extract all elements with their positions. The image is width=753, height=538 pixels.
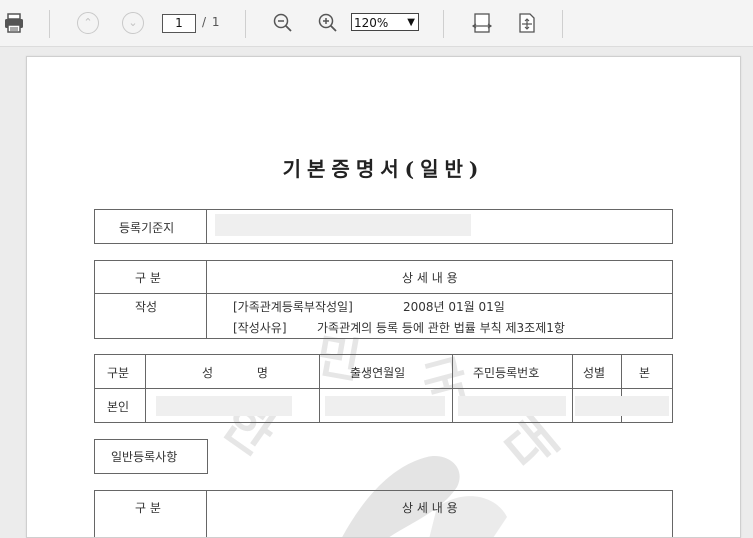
toolbar-separator — [245, 10, 246, 38]
divider — [572, 354, 573, 423]
prev-page-icon[interactable]: ⌃ — [77, 12, 99, 34]
fit-width-icon[interactable] — [471, 12, 493, 34]
creation-date-value: 2008년 01월 01일 — [403, 300, 505, 314]
header-category: 구 분 — [135, 501, 161, 515]
next-page-icon[interactable]: ⌄ — [122, 12, 144, 34]
creation-date-key: [가족관계등록부작성일] — [233, 300, 353, 314]
zoom-in-icon[interactable] — [317, 12, 339, 34]
print-icon[interactable] — [2, 11, 26, 35]
creation-reason-value: 가족관계의 등록 등에 관한 법률 부칙 제3조제1항 — [317, 321, 565, 335]
zoom-select[interactable]: 120% ▼ — [351, 13, 419, 31]
divider — [94, 388, 673, 389]
general-section-label: 일반등록사항 — [111, 450, 178, 464]
col-header-resident-number: 주민등록번호 — [473, 366, 540, 380]
document-title: 기본증명서(일반) — [282, 157, 485, 181]
toolbar-separator — [562, 10, 563, 38]
redacted-field — [575, 396, 669, 416]
divider — [145, 354, 146, 423]
zoom-out-icon[interactable] — [272, 12, 294, 34]
col-header-category: 구분 — [107, 366, 130, 380]
redacted-field — [156, 396, 292, 416]
divider — [94, 293, 673, 294]
col-header-gender: 성별 — [583, 366, 606, 380]
toolbar-separator — [443, 10, 444, 38]
page-number-input[interactable]: 1 — [162, 14, 196, 33]
page-total: / 1 — [202, 15, 221, 29]
document-page: 한 민 국 대 기본증명서(일반) 등록기준지 구 분 상 세 내 용 작성 [… — [26, 56, 741, 538]
creation-reason-key: [작성사유] — [233, 321, 287, 335]
header-details: 상 세 내 용 — [402, 271, 458, 285]
general-details-table — [94, 490, 673, 537]
divider — [206, 260, 207, 339]
col-header-birthdate: 출생연월일 — [350, 366, 406, 380]
header-category: 구 분 — [135, 271, 161, 285]
redacted-field — [325, 396, 445, 416]
redacted-field — [215, 214, 471, 236]
divider — [206, 209, 207, 244]
chevron-down-icon: ▼ — [407, 17, 415, 28]
header-details: 상 세 내 용 — [402, 501, 458, 515]
zoom-value: 120% — [354, 16, 389, 30]
divider — [452, 354, 453, 423]
toolbar-separator — [49, 10, 50, 38]
registry-label: 등록기준지 — [119, 221, 175, 235]
pdf-toolbar: ⌃ ⌄ 1 / 1 120% ▼ — [0, 0, 753, 47]
divider — [319, 354, 320, 423]
fit-page-icon[interactable] — [516, 12, 538, 34]
row-label-self: 본인 — [107, 400, 130, 414]
row-label-creation: 작성 — [135, 300, 158, 314]
col-header-name: 성 명 — [202, 366, 268, 380]
col-header-origin: 본 — [639, 366, 651, 380]
divider — [206, 490, 207, 537]
redacted-field — [458, 396, 566, 416]
